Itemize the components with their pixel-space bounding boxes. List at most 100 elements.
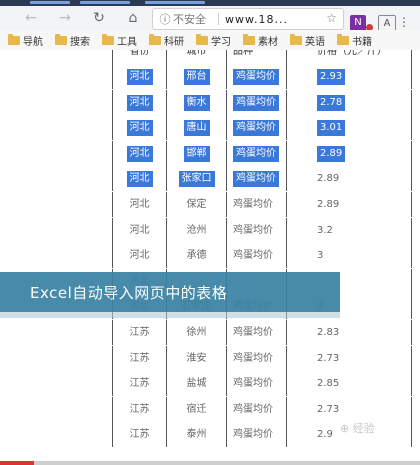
table-cell[interactable]: 鸡蛋均价 xyxy=(227,217,287,243)
table-cell[interactable]: 鸡蛋均价 xyxy=(227,192,287,217)
url-text[interactable]: www.18... xyxy=(225,13,288,26)
table-cell[interactable]: 衡水 xyxy=(167,89,227,115)
cell-text: 河北 xyxy=(126,69,153,85)
folder-icon xyxy=(290,33,302,45)
table-cell[interactable]: 3.2 xyxy=(287,217,412,243)
bookmark-item[interactable]: 素材 xyxy=(243,33,278,48)
table-cell[interactable]: 2.78 xyxy=(287,89,412,115)
bookmark-label: 搜索 xyxy=(70,36,90,48)
cell-text: 河北 xyxy=(129,250,150,262)
table-row[interactable]: 江苏 徐州 鸡蛋均价 2.83 xyxy=(112,320,412,345)
cell-text: 河北 xyxy=(126,171,153,188)
table-cell[interactable]: 鸡蛋均价 xyxy=(227,320,287,345)
bookmark-item[interactable]: 导航 xyxy=(8,33,43,48)
table-cell[interactable]: 淮安 xyxy=(167,345,227,371)
table-row[interactable]: 江苏 淮安 鸡蛋均价 2.73 xyxy=(112,345,412,371)
bookmark-item[interactable]: 学习 xyxy=(196,33,231,48)
table-cell[interactable]: 宿迁 xyxy=(167,396,227,422)
table-cell[interactable]: 江苏 xyxy=(112,422,167,448)
bookmark-item[interactable]: 书籍 xyxy=(337,33,372,48)
table-row[interactable]: 江苏 盐城 鸡蛋均价 2.85 xyxy=(112,371,412,397)
table-cell[interactable]: 江苏 xyxy=(112,371,167,397)
bookmark-item[interactable]: 科研 xyxy=(149,33,184,48)
table-cell[interactable]: 鸡蛋均价 xyxy=(227,243,287,269)
table-cell[interactable]: 盐城 xyxy=(167,371,227,397)
bookmark-item[interactable]: 工具 xyxy=(102,33,137,48)
info-icon[interactable]: ⓘ xyxy=(157,11,173,27)
table-cell[interactable]: 河北 xyxy=(112,64,167,89)
table-cell[interactable]: 河北 xyxy=(112,89,167,115)
table-cell[interactable]: 江苏 xyxy=(112,320,167,345)
table-cell[interactable]: 邯郸 xyxy=(167,140,227,166)
cell-text: 河北 xyxy=(126,120,153,137)
bookmark-label: 英语 xyxy=(305,36,325,48)
cell-text: 宿迁 xyxy=(186,403,207,415)
table-cell[interactable]: 泰州 xyxy=(167,422,227,448)
table-cell[interactable]: 张家口 xyxy=(167,166,227,192)
bookmark-item[interactable]: 英语 xyxy=(290,33,325,48)
table-cell[interactable]: 徐州 xyxy=(167,320,227,345)
table-cell[interactable]: 2.73 xyxy=(287,396,412,422)
table-row[interactable]: 河北 保定 鸡蛋均价 2.89 xyxy=(112,192,412,217)
extension-icon[interactable]: ⋮ xyxy=(398,15,414,31)
security-label: 不安全 xyxy=(173,13,206,26)
table-cell[interactable]: 沧州 xyxy=(167,217,227,243)
table-cell[interactable]: 3 xyxy=(287,243,412,269)
cell-text: 3.2 xyxy=(317,224,333,236)
table-cell[interactable]: 唐山 xyxy=(167,115,227,141)
table-cell[interactable]: 河北 xyxy=(112,243,167,269)
cell-text: 河北 xyxy=(126,94,153,111)
video-caption-banner: Excel自动导入网页中的表格 xyxy=(0,272,340,312)
table-cell[interactable]: 河北 xyxy=(112,166,167,192)
reload-icon[interactable]: ↻ xyxy=(86,6,112,30)
table-cell[interactable]: 鸡蛋均价 xyxy=(227,89,287,115)
table-cell[interactable]: 保定 xyxy=(167,192,227,217)
table-cell[interactable]: 鸡蛋均价 xyxy=(227,396,287,422)
table-cell[interactable]: 2.93 xyxy=(287,64,412,89)
bookmark-item[interactable]: 搜索 xyxy=(55,33,90,48)
table-row[interactable]: 河北 张家口 鸡蛋均价 2.89 xyxy=(112,166,412,192)
table-cell[interactable]: 鸡蛋均价 xyxy=(227,64,287,89)
table-cell[interactable]: 2.83 xyxy=(287,320,412,345)
table-cell[interactable]: 邢台 xyxy=(167,64,227,89)
table-cell[interactable]: 鸡蛋均价 xyxy=(227,140,287,166)
cell-text: 鸡蛋均价 xyxy=(233,199,273,210)
address-bar[interactable]: ⓘ 不安全 www.18... ☆ xyxy=(152,8,344,30)
table-cell[interactable]: 河北 xyxy=(112,217,167,243)
home-icon[interactable]: ⌂ xyxy=(120,6,146,30)
video-progress-bar[interactable] xyxy=(0,461,420,465)
back-icon[interactable]: ← xyxy=(18,6,44,30)
table-cell[interactable]: 河北 xyxy=(112,192,167,217)
onenote-icon[interactable]: N xyxy=(350,15,366,31)
folder-icon xyxy=(55,33,67,45)
table-cell[interactable]: 2.89 xyxy=(287,140,412,166)
table-cell[interactable]: 鸡蛋均价 xyxy=(227,371,287,397)
table-cell[interactable]: 江苏 xyxy=(112,396,167,422)
table-cell[interactable]: 河北 xyxy=(112,140,167,166)
table-cell[interactable]: 2.89 xyxy=(287,166,412,192)
table-row[interactable]: 河北 邢台 鸡蛋均价 2.93 xyxy=(112,64,412,89)
cell-text: 鸡蛋均价 xyxy=(233,378,273,390)
table-row[interactable]: 江苏 宿迁 鸡蛋均价 2.73 xyxy=(112,396,412,422)
cell-text: 张家口 xyxy=(178,171,215,188)
table-cell[interactable]: 承德 xyxy=(167,243,227,269)
table-cell[interactable]: 鸡蛋均价 xyxy=(227,345,287,371)
cell-text: 江苏 xyxy=(129,403,150,415)
table-cell[interactable]: 鸡蛋均价 xyxy=(227,422,287,448)
table-cell[interactable]: 2.73 xyxy=(287,345,412,371)
cell-text: 2.73 xyxy=(317,352,340,364)
table-cell[interactable]: 江苏 xyxy=(112,345,167,371)
forward-icon[interactable]: → xyxy=(52,6,78,30)
star-icon[interactable]: ☆ xyxy=(326,11,337,25)
table-cell[interactable]: 2.89 xyxy=(287,192,412,217)
table-cell[interactable]: 3.01 xyxy=(287,115,412,141)
table-cell[interactable]: 鸡蛋均价 xyxy=(227,115,287,141)
table-cell[interactable]: 河北 xyxy=(112,115,167,141)
table-cell[interactable]: 2.85 xyxy=(287,371,412,397)
table-row[interactable]: 河北 衡水 鸡蛋均价 2.78 xyxy=(112,89,412,115)
table-row[interactable]: 河北 沧州 鸡蛋均价 3.2 xyxy=(112,217,412,243)
table-row[interactable]: 河北 唐山 鸡蛋均价 3.01 xyxy=(112,115,412,141)
table-row[interactable]: 河北 邯郸 鸡蛋均价 2.89 xyxy=(112,140,412,166)
table-cell[interactable]: 鸡蛋均价 xyxy=(227,166,287,192)
table-row[interactable]: 河北 承德 鸡蛋均价 3 xyxy=(112,243,412,269)
